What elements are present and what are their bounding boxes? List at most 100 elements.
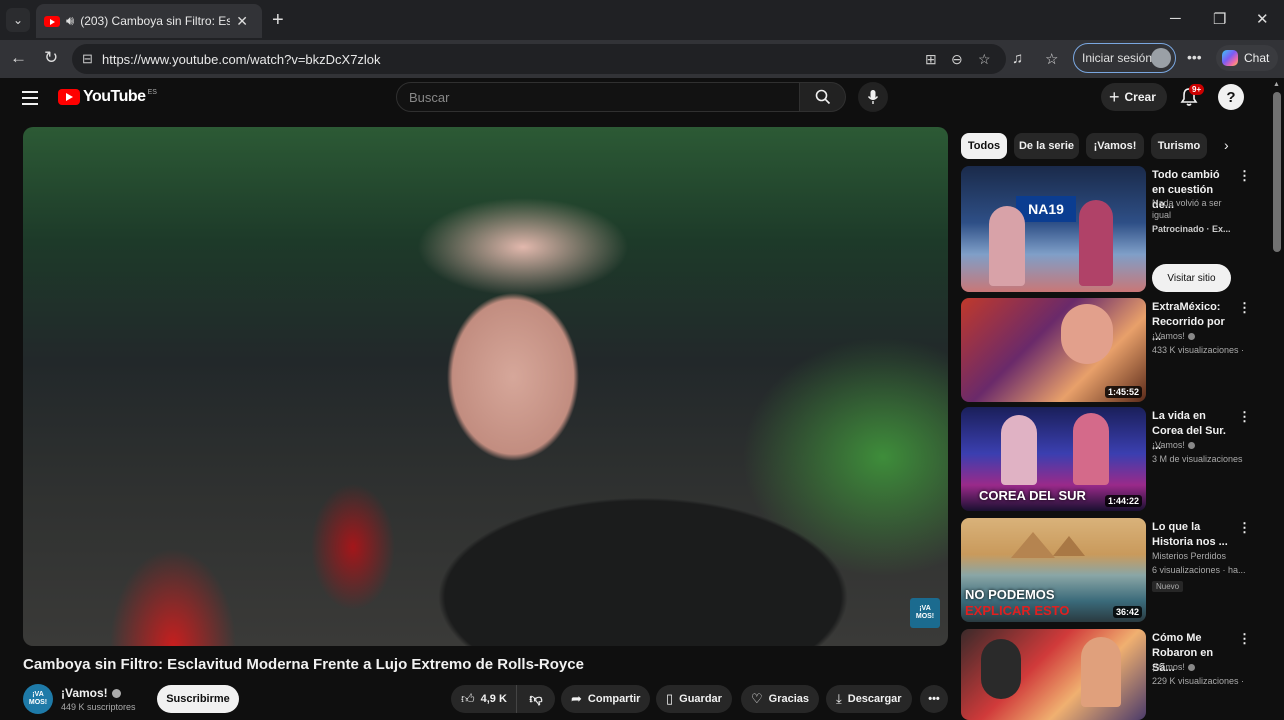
hamburger-menu-icon[interactable] xyxy=(22,91,38,105)
minimize-icon[interactable]: ─ xyxy=(1170,10,1181,27)
recommended-video[interactable]: COREA DEL SUR 1:44:22 La vida en Corea d… xyxy=(961,407,1261,511)
chip-turismo[interactable]: Turismo xyxy=(1151,133,1207,159)
youtube-header: YouTube ES Buscar + Crear 9+ ? xyxy=(0,78,1270,122)
video-meta: 433 K visualizaciones · xyxy=(1152,345,1245,355)
recommended-video[interactable]: Cómo Me Robaron en Sã... ¡Vamos! 229 K v… xyxy=(961,629,1261,720)
video-player[interactable]: ¡VA MOS! xyxy=(23,127,948,646)
video-channel[interactable]: Misterios Perdidos xyxy=(1152,551,1226,561)
video-more-icon[interactable]: ⋮ xyxy=(1238,300,1251,316)
scroll-up-icon[interactable]: ▲ xyxy=(1273,81,1280,88)
create-button[interactable]: + Crear xyxy=(1101,83,1167,111)
video-thumbnail[interactable]: COREA DEL SUR 1:44:22 xyxy=(961,407,1146,511)
download-button[interactable]: ⤓ Descargar xyxy=(826,685,912,713)
share-arrow-icon: ➦ xyxy=(571,691,582,706)
chevron-right-icon[interactable]: › xyxy=(1224,137,1229,153)
video-duration: 1:44:22 xyxy=(1104,495,1142,507)
browser-toolbar: ← ↻ ⊟ https://www.youtube.com/watch?v=bk… xyxy=(0,40,1284,78)
video-meta: 6 visualizaciones · ha... xyxy=(1152,565,1246,575)
video-thumbnail[interactable]: 1:45:52 xyxy=(961,298,1146,402)
new-badge: Nuevo xyxy=(1152,581,1184,592)
ad-thumbnail[interactable]: NA19 xyxy=(961,166,1146,292)
channel-watermark[interactable]: ¡VA MOS! xyxy=(910,598,940,628)
chip-todos[interactable]: Todos xyxy=(961,133,1007,159)
channel-avatar[interactable]: ¡VA MOS! xyxy=(23,684,53,714)
video-channel[interactable]: ¡Vamos! xyxy=(1152,662,1195,672)
new-tab-plus-icon[interactable]: + xyxy=(272,9,284,32)
back-arrow-icon[interactable]: ← xyxy=(10,48,27,68)
video-thumbnail[interactable]: NO PODEMOS EXPLICAR ESTO 36:42 xyxy=(961,518,1146,622)
ad-sponsor: Patrocinado · Ex... xyxy=(1152,224,1231,234)
video-channel-text[interactable]: ¡Vamos! xyxy=(1152,440,1185,450)
sponsored-card[interactable]: NA19 Todo cambió en cuestión de... Nada … xyxy=(961,166,1261,292)
tab-list-dropdown-icon[interactable]: ⌄ xyxy=(6,8,30,32)
sign-in-button[interactable]: Iniciar sesión xyxy=(1073,43,1176,73)
dislike-button[interactable]: 👎︎ xyxy=(517,685,555,713)
verified-badge-icon xyxy=(1187,442,1195,450)
recommended-video[interactable]: NO PODEMOS EXPLICAR ESTO 36:42 Lo que la… xyxy=(961,518,1261,622)
copilot-logo-icon xyxy=(1222,50,1238,66)
share-button[interactable]: ➦ Compartir xyxy=(561,685,651,713)
verified-badge-icon xyxy=(1187,333,1195,341)
reload-icon[interactable]: ↻ xyxy=(44,48,58,68)
search-input[interactable]: Buscar xyxy=(396,82,800,112)
zoom-icon[interactable]: ⊖ xyxy=(951,51,963,68)
close-tab-icon[interactable]: ✕ xyxy=(236,13,248,30)
video-channel-text[interactable]: ¡Vamos! xyxy=(1152,662,1185,672)
video-channel[interactable]: ¡Vamos! xyxy=(1152,331,1195,341)
browser-tab-strip: ⌄ 🔊︎ (203) Camboya sin Filtro: Escla ✕ +… xyxy=(0,0,1284,40)
thumb-pyramid xyxy=(1011,532,1055,558)
ad-more-icon[interactable]: ⋮ xyxy=(1238,168,1251,184)
video-title-text[interactable]: Lo que la Historia nos ... xyxy=(1152,520,1234,550)
account-avatar[interactable]: ? xyxy=(1218,84,1244,110)
ad-description: Nada volvió a ser igual xyxy=(1152,198,1222,220)
page-scrollbar[interactable]: ▲ xyxy=(1270,78,1284,720)
channel-name-text[interactable]: ¡Vamos! xyxy=(61,686,108,700)
app-available-icon[interactable]: ⊞ xyxy=(925,51,937,68)
video-channel-text[interactable]: ¡Vamos! xyxy=(1152,331,1185,341)
video-thumbnail[interactable] xyxy=(961,629,1146,720)
chip-vamos[interactable]: ¡Vamos! xyxy=(1086,133,1144,159)
youtube-logo[interactable]: YouTube ES xyxy=(58,88,157,106)
thumb-person xyxy=(981,639,1021,699)
more-dots-icon: ••• xyxy=(928,693,940,705)
video-more-icon[interactable]: ⋮ xyxy=(1238,520,1251,536)
ad-person-right xyxy=(1079,200,1113,286)
thanks-button[interactable]: ♡ Gracias xyxy=(741,685,820,713)
video-more-icon[interactable]: ⋮ xyxy=(1238,631,1251,647)
search-button[interactable] xyxy=(800,82,846,112)
subscribe-button[interactable]: Suscribirme xyxy=(157,685,239,713)
like-count: 4,9 K xyxy=(480,693,507,705)
scrollbar-thumb[interactable] xyxy=(1273,92,1281,252)
save-button[interactable]: ▯ Guardar xyxy=(656,685,732,713)
search-icon xyxy=(815,89,830,105)
like-button[interactable]: 👍︎ 4,9 K xyxy=(451,685,517,713)
recommended-video[interactable]: 1:45:52 ExtraMéxico: Recorrido por ... ¡… xyxy=(961,298,1261,402)
video-channel[interactable]: ¡Vamos! xyxy=(1152,440,1195,450)
url-text[interactable]: https://www.youtube.com/watch?v=bkzDcX7z… xyxy=(102,52,381,67)
ad-person-left xyxy=(989,206,1025,286)
address-bar[interactable]: ⊟ https://www.youtube.com/watch?v=bkzDcX… xyxy=(72,44,1006,74)
subscriber-count: 449 K suscriptores xyxy=(61,702,136,712)
close-window-icon[interactable]: ✕ xyxy=(1256,10,1269,28)
video-more-icon[interactable]: ⋮ xyxy=(1238,409,1251,425)
video-title: Camboya sin Filtro: Esclavitud Moderna F… xyxy=(23,656,584,673)
maximize-icon[interactable]: ❐ xyxy=(1213,10,1226,28)
site-info-icon[interactable]: ⊟ xyxy=(82,51,93,67)
copilot-chat-button[interactable]: Chat xyxy=(1216,45,1278,71)
thumb-person xyxy=(1081,637,1121,707)
thumbnail-caption-secondary: EXPLICAR ESTO xyxy=(965,603,1070,618)
favorites-icon[interactable]: ☆ xyxy=(1045,50,1058,68)
profile-avatar-icon xyxy=(1151,48,1171,68)
visit-site-button[interactable]: Visitar sitio xyxy=(1152,264,1231,292)
voice-search-button[interactable] xyxy=(858,82,888,112)
favorite-star-icon[interactable]: ☆ xyxy=(978,51,991,68)
ad-thumb-text: NA19 xyxy=(1016,196,1076,222)
media-control-icon[interactable]: ♫ xyxy=(1012,50,1023,67)
speaker-icon[interactable]: 🔊︎ xyxy=(66,13,74,29)
browser-menu-icon[interactable]: ••• xyxy=(1187,49,1202,65)
browser-tab-active[interactable]: 🔊︎ (203) Camboya sin Filtro: Escla ✕ xyxy=(36,4,262,38)
more-actions-button[interactable]: ••• xyxy=(920,685,948,713)
channel-name[interactable]: ¡Vamos! xyxy=(61,686,121,700)
chip-de-la-serie[interactable]: De la serie xyxy=(1014,133,1079,159)
plus-icon: + xyxy=(1109,86,1120,107)
